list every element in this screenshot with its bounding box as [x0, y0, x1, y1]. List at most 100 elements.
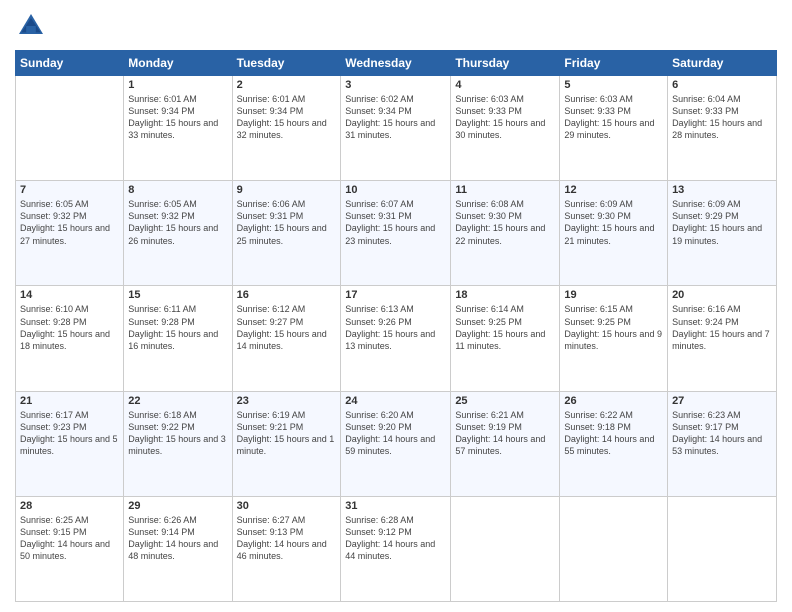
day-cell: 8 Sunrise: 6:05 AMSunset: 9:32 PMDaylight… [124, 181, 232, 286]
day-cell: 30 Sunrise: 6:27 AMSunset: 9:13 PMDayligh… [232, 496, 341, 601]
day-number: 10 [345, 184, 446, 196]
day-cell: 7 Sunrise: 6:05 AMSunset: 9:32 PMDaylight… [16, 181, 124, 286]
day-cell: 11 Sunrise: 6:08 AMSunset: 9:30 PMDayligh… [451, 181, 560, 286]
day-cell: 9 Sunrise: 6:06 AMSunset: 9:31 PMDaylight… [232, 181, 341, 286]
header-cell-sunday: Sunday [16, 51, 124, 76]
day-cell: 12 Sunrise: 6:09 AMSunset: 9:30 PMDayligh… [560, 181, 668, 286]
day-number: 4 [455, 79, 555, 91]
header-cell-saturday: Saturday [668, 51, 777, 76]
header [15, 10, 777, 42]
day-number: 6 [672, 79, 772, 91]
header-cell-friday: Friday [560, 51, 668, 76]
day-info: Sunrise: 6:28 AMSunset: 9:12 PMDaylight:… [345, 514, 446, 563]
day-number: 19 [564, 289, 663, 301]
day-number: 23 [237, 395, 337, 407]
day-info: Sunrise: 6:19 AMSunset: 9:21 PMDaylight:… [237, 409, 337, 458]
week-row-4: 28 Sunrise: 6:25 AMSunset: 9:15 PMDayligh… [16, 496, 777, 601]
day-number: 14 [20, 289, 119, 301]
day-number: 1 [128, 79, 227, 91]
day-info: Sunrise: 6:02 AMSunset: 9:34 PMDaylight:… [345, 93, 446, 142]
day-cell: 16 Sunrise: 6:12 AMSunset: 9:27 PMDayligh… [232, 286, 341, 391]
day-cell: 6 Sunrise: 6:04 AMSunset: 9:33 PMDaylight… [668, 76, 777, 181]
day-cell: 24 Sunrise: 6:20 AMSunset: 9:20 PMDayligh… [341, 391, 451, 496]
day-info: Sunrise: 6:08 AMSunset: 9:30 PMDaylight:… [455, 198, 555, 247]
day-number: 2 [237, 79, 337, 91]
day-cell [16, 76, 124, 181]
day-number: 8 [128, 184, 227, 196]
week-row-3: 21 Sunrise: 6:17 AMSunset: 9:23 PMDayligh… [16, 391, 777, 496]
day-number: 24 [345, 395, 446, 407]
calendar: SundayMondayTuesdayWednesdayThursdayFrid… [15, 50, 777, 602]
day-info: Sunrise: 6:04 AMSunset: 9:33 PMDaylight:… [672, 93, 772, 142]
day-cell: 5 Sunrise: 6:03 AMSunset: 9:33 PMDaylight… [560, 76, 668, 181]
day-info: Sunrise: 6:13 AMSunset: 9:26 PMDaylight:… [345, 303, 446, 352]
header-cell-thursday: Thursday [451, 51, 560, 76]
day-info: Sunrise: 6:12 AMSunset: 9:27 PMDaylight:… [237, 303, 337, 352]
day-info: Sunrise: 6:10 AMSunset: 9:28 PMDaylight:… [20, 303, 119, 352]
day-info: Sunrise: 6:21 AMSunset: 9:19 PMDaylight:… [455, 409, 555, 458]
logo [15, 10, 51, 42]
day-info: Sunrise: 6:20 AMSunset: 9:20 PMDaylight:… [345, 409, 446, 458]
day-number: 30 [237, 500, 337, 512]
day-info: Sunrise: 6:22 AMSunset: 9:18 PMDaylight:… [564, 409, 663, 458]
day-number: 9 [237, 184, 337, 196]
day-cell: 21 Sunrise: 6:17 AMSunset: 9:23 PMDayligh… [16, 391, 124, 496]
day-cell: 28 Sunrise: 6:25 AMSunset: 9:15 PMDayligh… [16, 496, 124, 601]
day-info: Sunrise: 6:09 AMSunset: 9:30 PMDaylight:… [564, 198, 663, 247]
day-cell: 1Sunrise: 6:01 AMSunset: 9:34 PMDaylight… [124, 76, 232, 181]
day-info: Sunrise: 6:17 AMSunset: 9:23 PMDaylight:… [20, 409, 119, 458]
day-cell: 2 Sunrise: 6:01 AMSunset: 9:34 PMDaylight… [232, 76, 341, 181]
day-number: 27 [672, 395, 772, 407]
header-cell-wednesday: Wednesday [341, 51, 451, 76]
day-number: 26 [564, 395, 663, 407]
day-number: 17 [345, 289, 446, 301]
day-cell [560, 496, 668, 601]
page: SundayMondayTuesdayWednesdayThursdayFrid… [0, 0, 792, 612]
day-cell: 14 Sunrise: 6:10 AMSunset: 9:28 PMDayligh… [16, 286, 124, 391]
day-number: 22 [128, 395, 227, 407]
header-cell-monday: Monday [124, 51, 232, 76]
day-info: Sunrise: 6:25 AMSunset: 9:15 PMDaylight:… [20, 514, 119, 563]
day-number: 12 [564, 184, 663, 196]
day-info: Sunrise: 6:09 AMSunset: 9:29 PMDaylight:… [672, 198, 772, 247]
day-info: Sunrise: 6:14 AMSunset: 9:25 PMDaylight:… [455, 303, 555, 352]
week-row-2: 14 Sunrise: 6:10 AMSunset: 9:28 PMDayligh… [16, 286, 777, 391]
week-row-1: 7 Sunrise: 6:05 AMSunset: 9:32 PMDaylight… [16, 181, 777, 286]
day-info: Sunrise: 6:01 AMSunset: 9:34 PMDaylight:… [237, 93, 337, 142]
day-info: Sunrise: 6:05 AMSunset: 9:32 PMDaylight:… [128, 198, 227, 247]
day-cell [668, 496, 777, 601]
day-cell: 4Sunrise: 6:03 AMSunset: 9:33 PMDaylight… [451, 76, 560, 181]
day-cell: 25 Sunrise: 6:21 AMSunset: 9:19 PMDayligh… [451, 391, 560, 496]
day-cell: 17 Sunrise: 6:13 AMSunset: 9:26 PMDayligh… [341, 286, 451, 391]
header-row: SundayMondayTuesdayWednesdayThursdayFrid… [16, 51, 777, 76]
day-number: 21 [20, 395, 119, 407]
day-info: Sunrise: 6:27 AMSunset: 9:13 PMDaylight:… [237, 514, 337, 563]
day-info: Sunrise: 6:03 AMSunset: 9:33 PMDaylight:… [564, 93, 663, 142]
day-number: 25 [455, 395, 555, 407]
day-info: Sunrise: 6:23 AMSunset: 9:17 PMDaylight:… [672, 409, 772, 458]
day-cell: 22Sunrise: 6:18 AMSunset: 9:22 PMDayligh… [124, 391, 232, 496]
day-info: Sunrise: 6:07 AMSunset: 9:31 PMDaylight:… [345, 198, 446, 247]
day-number: 29 [128, 500, 227, 512]
day-number: 7 [20, 184, 119, 196]
day-number: 3 [345, 79, 446, 91]
day-cell: 18Sunrise: 6:14 AMSunset: 9:25 PMDayligh… [451, 286, 560, 391]
day-number: 28 [20, 500, 119, 512]
day-number: 13 [672, 184, 772, 196]
day-number: 16 [237, 289, 337, 301]
day-info: Sunrise: 6:11 AMSunset: 9:28 PMDaylight:… [128, 303, 227, 352]
day-info: Sunrise: 6:16 AMSunset: 9:24 PMDaylight:… [672, 303, 772, 352]
day-cell: 27 Sunrise: 6:23 AMSunset: 9:17 PMDayligh… [668, 391, 777, 496]
day-number: 20 [672, 289, 772, 301]
day-cell: 20 Sunrise: 6:16 AMSunset: 9:24 PMDayligh… [668, 286, 777, 391]
day-cell: 23 Sunrise: 6:19 AMSunset: 9:21 PMDayligh… [232, 391, 341, 496]
day-cell: 13 Sunrise: 6:09 AMSunset: 9:29 PMDayligh… [668, 181, 777, 286]
day-number: 11 [455, 184, 555, 196]
day-number: 5 [564, 79, 663, 91]
header-cell-tuesday: Tuesday [232, 51, 341, 76]
day-number: 31 [345, 500, 446, 512]
day-cell: 10 Sunrise: 6:07 AMSunset: 9:31 PMDayligh… [341, 181, 451, 286]
day-info: Sunrise: 6:05 AMSunset: 9:32 PMDaylight:… [20, 198, 119, 247]
week-row-0: 1 Sunrise: 6:01 AMSunset: 9:34 PMDaylight… [16, 76, 777, 181]
day-info: Sunrise: 6:06 AMSunset: 9:31 PMDaylight:… [237, 198, 337, 247]
